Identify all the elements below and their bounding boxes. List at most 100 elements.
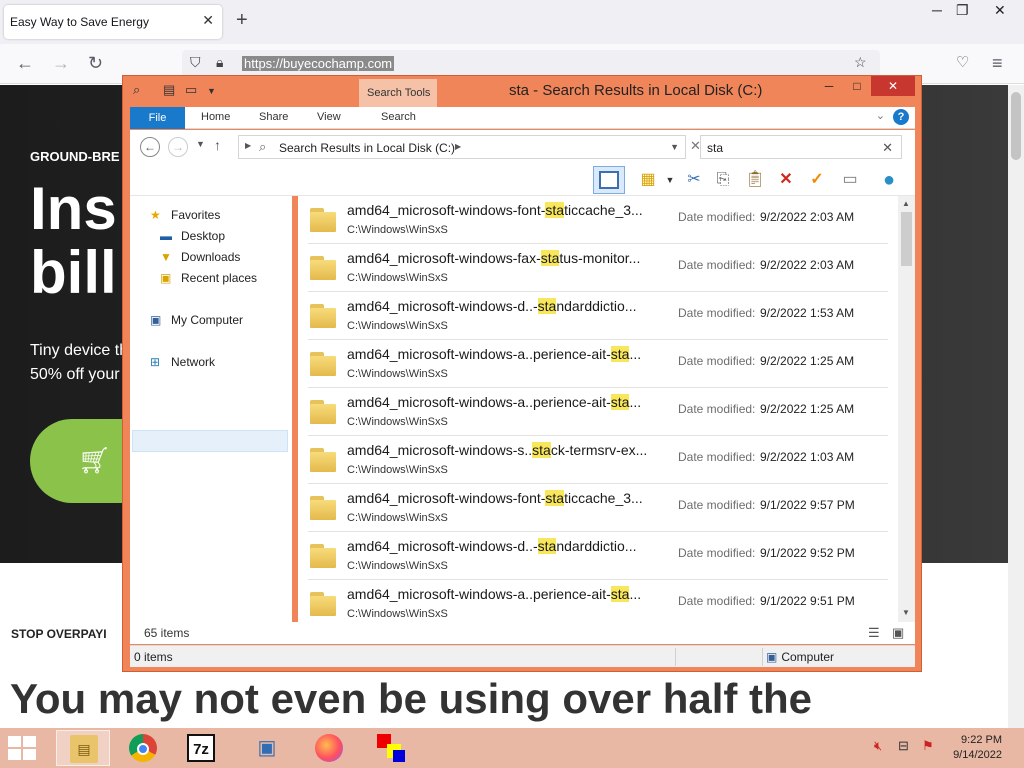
menu-hamburger-icon[interactable]: ≡: [992, 54, 1003, 72]
rename-icon[interactable]: ▭: [839, 170, 861, 190]
help-icon[interactable]: ?: [893, 109, 909, 125]
file-name: amd64_microsoft-windows-a..perience-ait-…: [347, 346, 642, 362]
nav-network-label: Network: [171, 355, 216, 369]
list-scroll-up-icon[interactable]: ▲: [902, 199, 910, 208]
browser-tab[interactable]: Easy Way to Save Energy ✕: [4, 5, 222, 39]
qat-dropdown-icon[interactable]: ▼: [207, 86, 216, 96]
explorer-minimize-button[interactable]: ─: [815, 76, 843, 96]
page-scrollbar-thumb[interactable]: [1011, 92, 1021, 160]
taskbar-7zip[interactable]: 7z: [174, 730, 228, 766]
folder-options-dropdown-icon[interactable]: ▼: [659, 170, 681, 190]
nav-downloads[interactable]: ▼ Downloads: [160, 250, 240, 264]
lock-icon[interactable]: 🔒︎: [216, 54, 223, 71]
explorer-close-button[interactable]: ✕: [871, 76, 915, 96]
url-text[interactable]: https://buyecochamp.com: [242, 56, 395, 71]
url-bar[interactable]: ⛉ 🔒︎ https://buyecochamp.com ☆: [182, 50, 880, 78]
date-label: Date modified:: [678, 354, 756, 368]
taskbar-explorer[interactable]: ▤: [56, 730, 110, 766]
paste-icon[interactable]: 📋︎: [744, 170, 766, 190]
cut-icon[interactable]: ✂: [683, 170, 705, 190]
explorer-window[interactable]: ⌕ ▤ ▭ ▼ Search Tools sta - Search Result…: [122, 75, 922, 672]
explorer-maximize-button[interactable]: □: [843, 76, 871, 96]
browser-tab-title: Easy Way to Save Energy: [10, 15, 149, 29]
search-clear-icon[interactable]: ✕: [882, 140, 893, 156]
nav-computer-label: My Computer: [171, 313, 244, 327]
bookmark-star-icon[interactable]: ☆: [854, 54, 867, 71]
tab-close-icon[interactable]: ✕: [202, 12, 214, 29]
page-scrollbar[interactable]: [1008, 85, 1024, 728]
browser-tab-strip: Easy Way to Save Energy ✕ + ─ ❐ ✕: [0, 0, 1024, 44]
new-folder-icon[interactable]: ▭: [185, 82, 197, 98]
ribbon-expand-icon[interactable]: ⌄: [876, 109, 885, 122]
network-tray-icon[interactable]: ⊟: [898, 738, 909, 754]
properties-icon[interactable]: ▤: [163, 82, 175, 98]
address-text[interactable]: Search Results in Local Disk (C:): [279, 141, 455, 155]
taskbar-setup[interactable]: ▣: [240, 730, 294, 766]
tab-share[interactable]: Share: [259, 111, 288, 123]
delete-icon[interactable]: ✕: [775, 170, 797, 190]
hero-eyebrow: GROUND-BRE: [30, 149, 120, 164]
tab-file[interactable]: File: [130, 107, 185, 129]
list-item[interactable]: amd64_microsoft-windows-font-staticcache…: [308, 196, 888, 244]
tab-view[interactable]: View: [317, 111, 341, 123]
nav-recent-places[interactable]: ▣ Recent places: [160, 271, 257, 285]
search-input[interactable]: sta ✕: [700, 135, 902, 159]
copy-icon[interactable]: ⎘: [712, 170, 734, 190]
forward-arrow-icon[interactable]: →: [52, 54, 70, 72]
folder-icon: [310, 496, 336, 520]
search-glass-icon[interactable]: ⌕: [133, 82, 140, 98]
address-arrow-icon[interactable]: ▶: [455, 142, 461, 151]
file-name: amd64_microsoft-windows-a..perience-ait-…: [347, 394, 642, 410]
volume-muted-icon[interactable]: 🔇︎: [874, 738, 882, 754]
search-query[interactable]: sta: [707, 141, 723, 155]
list-item[interactable]: amd64_microsoft-windows-d..-standarddict…: [308, 292, 888, 340]
list-item[interactable]: amd64_microsoft-windows-a..perience-ait-…: [308, 388, 888, 436]
list-item[interactable]: amd64_microsoft-windows-a..perience-ait-…: [308, 340, 888, 388]
folder-options-icon[interactable]: ▦: [637, 170, 659, 190]
minimize-button[interactable]: ─: [932, 2, 942, 18]
checkmark-icon[interactable]: ✓: [806, 170, 828, 190]
reload-icon[interactable]: ↻: [88, 54, 103, 72]
address-bar[interactable]: ▶ ⌕ Search Results in Local Disk (C:) ▶ …: [238, 135, 686, 159]
browser-close-button[interactable]: ✕: [994, 2, 1006, 19]
file-path: C:\Windows\WinSxS: [347, 416, 448, 428]
restore-button[interactable]: ❐: [956, 2, 969, 19]
tab-search[interactable]: Search: [381, 111, 416, 123]
large-icons-view-icon[interactable]: ▣: [892, 625, 904, 641]
list-item[interactable]: amd64_microsoft-windows-s..stack-termsrv…: [308, 436, 888, 484]
tracking-shield-icon[interactable]: ⛉: [190, 54, 201, 71]
system-clock[interactable]: 9:22 PM 9/14/2022: [946, 733, 1002, 763]
details-view-icon[interactable]: ☰: [868, 625, 880, 641]
date-value: 9/2/2022 2:03 AM: [760, 210, 855, 224]
nav-network[interactable]: ⊞ Network: [150, 355, 215, 369]
action-center-icon[interactable]: ⚑: [922, 738, 934, 754]
date-label: Date modified:: [678, 306, 756, 320]
nav-my-computer[interactable]: ▣ My Computer: [150, 313, 243, 327]
nav-desktop[interactable]: ▬ Desktop: [160, 229, 225, 243]
start-button[interactable]: [8, 736, 38, 760]
address-dropdown-icon[interactable]: ▼: [670, 142, 679, 152]
recent-locations-icon[interactable]: ▼: [196, 139, 205, 149]
file-list-scroll-thumb[interactable]: [901, 212, 912, 266]
list-item[interactable]: amd64_microsoft-windows-a..perience-ait-…: [308, 580, 888, 622]
status-divider: [762, 648, 763, 666]
preview-pane-button[interactable]: [593, 166, 625, 194]
tab-home[interactable]: Home: [201, 111, 230, 123]
network-globe-icon[interactable]: ●: [878, 170, 900, 190]
explorer-back-icon[interactable]: ←: [140, 137, 160, 157]
list-item[interactable]: amd64_microsoft-windows-fax-status-monit…: [308, 244, 888, 292]
back-arrow-icon[interactable]: ←: [16, 54, 34, 72]
nav-favorites[interactable]: ★ Favorites: [150, 208, 220, 222]
new-tab-button[interactable]: +: [236, 10, 248, 30]
taskbar-chrome[interactable]: [116, 730, 170, 766]
list-item[interactable]: amd64_microsoft-windows-d..-standarddict…: [308, 532, 888, 580]
list-scroll-down-icon[interactable]: ▼: [902, 608, 910, 617]
file-list-scrollbar[interactable]: ▲ ▼: [898, 196, 915, 622]
pocket-icon[interactable]: ♡: [956, 54, 969, 72]
explorer-forward-icon[interactable]: →: [168, 137, 188, 157]
explorer-title-bar[interactable]: ⌕ ▤ ▭ ▼ Search Tools sta - Search Result…: [123, 76, 921, 109]
list-item[interactable]: amd64_microsoft-windows-font-staticcache…: [308, 484, 888, 532]
up-arrow-icon[interactable]: ↑: [214, 137, 221, 153]
taskbar-firefox[interactable]: [302, 730, 356, 766]
taskbar-paint-app[interactable]: [364, 730, 418, 766]
